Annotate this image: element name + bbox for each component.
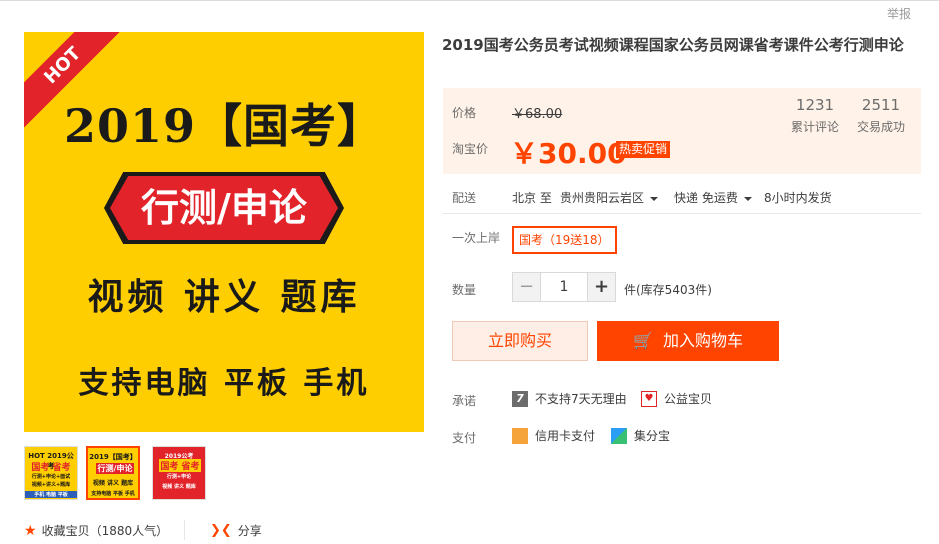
product-title: 2019国考公务员考试视频课程国家公务员网课省考课件公考行测申论 bbox=[442, 36, 904, 54]
price-label: 价格 bbox=[452, 106, 477, 120]
reviews-label: 累计评论 bbox=[791, 120, 840, 134]
quantity-decrease-button[interactable]: − bbox=[513, 273, 540, 301]
no-return-text: 不支持7天无理由 bbox=[535, 392, 627, 406]
buy-now-button[interactable]: 立即购买 bbox=[452, 321, 588, 361]
add-to-cart-label: 加入购物车 bbox=[662, 331, 743, 350]
deals-label: 交易成功 bbox=[857, 120, 906, 134]
thumbnail-1[interactable]: HOT 2019公考 国考 省考 行测+申论+面试 视频+讲义+题库 手机 电脑… bbox=[24, 446, 78, 500]
thumb2-line-b: 行测/申论 bbox=[96, 463, 134, 474]
quantity-row: 数量 − + 件(库存5403件) bbox=[443, 272, 921, 304]
image-devices-text: 支持电脑 平板 手机 bbox=[78, 366, 370, 401]
thumb3-line-d: 视频 讲义 题库 bbox=[162, 484, 196, 490]
thumb2-line-a: 2019【国考】 bbox=[89, 453, 137, 461]
stock-text: 件(库存5403件) bbox=[624, 283, 712, 297]
share-label: 分享 bbox=[237, 524, 262, 538]
image-contents-text: 视频 讲义 题库 bbox=[87, 277, 361, 318]
quantity-increase-button[interactable]: + bbox=[588, 273, 615, 301]
share-button[interactable]: ❯❮ 分享 bbox=[210, 522, 262, 539]
price-panel: 价格 ￥68.00 淘宝价 ￥30.00 热卖促销 1231 累计评论 2511… bbox=[443, 88, 921, 174]
jifenbao-badge[interactable]: 集分宝 bbox=[611, 427, 670, 444]
star-icon: ★ bbox=[24, 522, 37, 539]
charity-text: 公益宝贝 bbox=[664, 392, 713, 406]
favorite-label: 收藏宝贝（1880人气） bbox=[41, 524, 169, 538]
no-return-badge[interactable]: 7 不支持7天无理由 bbox=[512, 390, 627, 407]
thumb2-line-d: 支持电脑 平板 手机 bbox=[91, 491, 135, 497]
main-product-image[interactable]: HOT 2019【国考】 行测/申论 视频 讲义 题库 支持电脑 平板 手机 bbox=[24, 32, 424, 432]
seven-days-icon: 7 bbox=[512, 390, 528, 407]
shipping-time: 8小时内发货 bbox=[764, 191, 832, 205]
jifenbao-icon bbox=[611, 427, 627, 444]
cart-icon: 🛒 bbox=[633, 331, 653, 350]
quantity-stepper: − + bbox=[512, 272, 616, 302]
favorite-button[interactable]: ★ 收藏宝贝（1880人气） bbox=[24, 522, 168, 539]
chevron-down-icon bbox=[650, 196, 659, 201]
sku-option-selected[interactable]: 国考（19送18） bbox=[512, 226, 617, 254]
image-banner-subject: 行测/申论 bbox=[110, 176, 338, 240]
original-price: ￥68.00 bbox=[512, 107, 563, 122]
add-to-cart-button[interactable]: 🛒 加入购物车 bbox=[597, 321, 779, 361]
thumbnail-3[interactable]: 2019公考 国考 省考 行测+申论 视频 讲义 题库 bbox=[152, 446, 206, 500]
deals-stat: 2511 交易成功 bbox=[857, 96, 905, 135]
top-divider bbox=[0, 0, 939, 3]
thumb3-line-b: 国考 省考 bbox=[159, 459, 201, 472]
thumb1-line-b: 国考 省考 bbox=[31, 463, 71, 473]
deals-count: 2511 bbox=[861, 96, 901, 114]
action-divider bbox=[184, 520, 185, 540]
reviews-count: 1231 bbox=[795, 96, 835, 114]
heart-icon: ♥ bbox=[641, 390, 657, 407]
shipping-row: 配送 北京 至 贵州贵阳云岩区 快递 免运费 8小时内发货 bbox=[443, 186, 921, 214]
quantity-label: 数量 bbox=[452, 283, 477, 297]
payment-row: 支付 信用卡支付 集分宝 bbox=[443, 427, 921, 449]
thumb1-line-e: 手机 电脑 平板 bbox=[25, 491, 77, 498]
shipping-destination-select[interactable]: 贵州贵阳云岩区 bbox=[560, 189, 659, 206]
promise-label: 承诺 bbox=[452, 394, 477, 408]
share-icon: ❯❮ bbox=[210, 523, 232, 538]
credit-card-icon bbox=[512, 427, 528, 444]
shipping-label: 配送 bbox=[452, 191, 477, 205]
reviews-stat[interactable]: 1231 累计评论 bbox=[791, 96, 839, 135]
jifenbao-text: 集分宝 bbox=[634, 429, 671, 443]
sku-row: 一次上岸 国考（19送18） bbox=[443, 222, 921, 262]
credit-card-text: 信用卡支付 bbox=[535, 429, 596, 443]
current-price: ￥30.00 bbox=[510, 137, 627, 170]
sku-label: 一次上岸 bbox=[452, 231, 501, 245]
thumb1-line-d: 视频+讲义+题库 bbox=[31, 482, 71, 488]
payment-label: 支付 bbox=[452, 431, 477, 445]
thumb1-line-c: 行测+申论+面试 bbox=[31, 474, 71, 480]
shipping-destination: 贵州贵阳云岩区 bbox=[560, 191, 645, 205]
chevron-down-icon bbox=[743, 196, 752, 201]
report-link[interactable]: 举报 bbox=[887, 5, 911, 22]
credit-card-badge[interactable]: 信用卡支付 bbox=[512, 427, 595, 444]
shipping-method: 快递 免运费 bbox=[674, 191, 738, 205]
image-headline-year: 2019【国考】 bbox=[63, 99, 385, 153]
thumb2-line-c: 视频 讲义 题库 bbox=[92, 480, 134, 487]
thumbnail-2-selected[interactable]: 2019【国考】 行测/申论 视频 讲义 题库 支持电脑 平板 手机 bbox=[86, 446, 140, 500]
promise-row: 承诺 7 不支持7天无理由 ♥ 公益宝贝 bbox=[443, 390, 921, 412]
charity-badge[interactable]: ♥ 公益宝贝 bbox=[641, 390, 712, 407]
shipping-method-select[interactable]: 快递 免运费 bbox=[674, 189, 752, 206]
shipping-from: 北京 至 bbox=[512, 191, 552, 205]
quantity-input[interactable] bbox=[540, 273, 588, 301]
promo-badge: 热卖促销 bbox=[616, 141, 671, 158]
thumb3-line-c: 行测+申论 bbox=[166, 474, 192, 480]
taobao-price-label: 淘宝价 bbox=[452, 142, 489, 156]
